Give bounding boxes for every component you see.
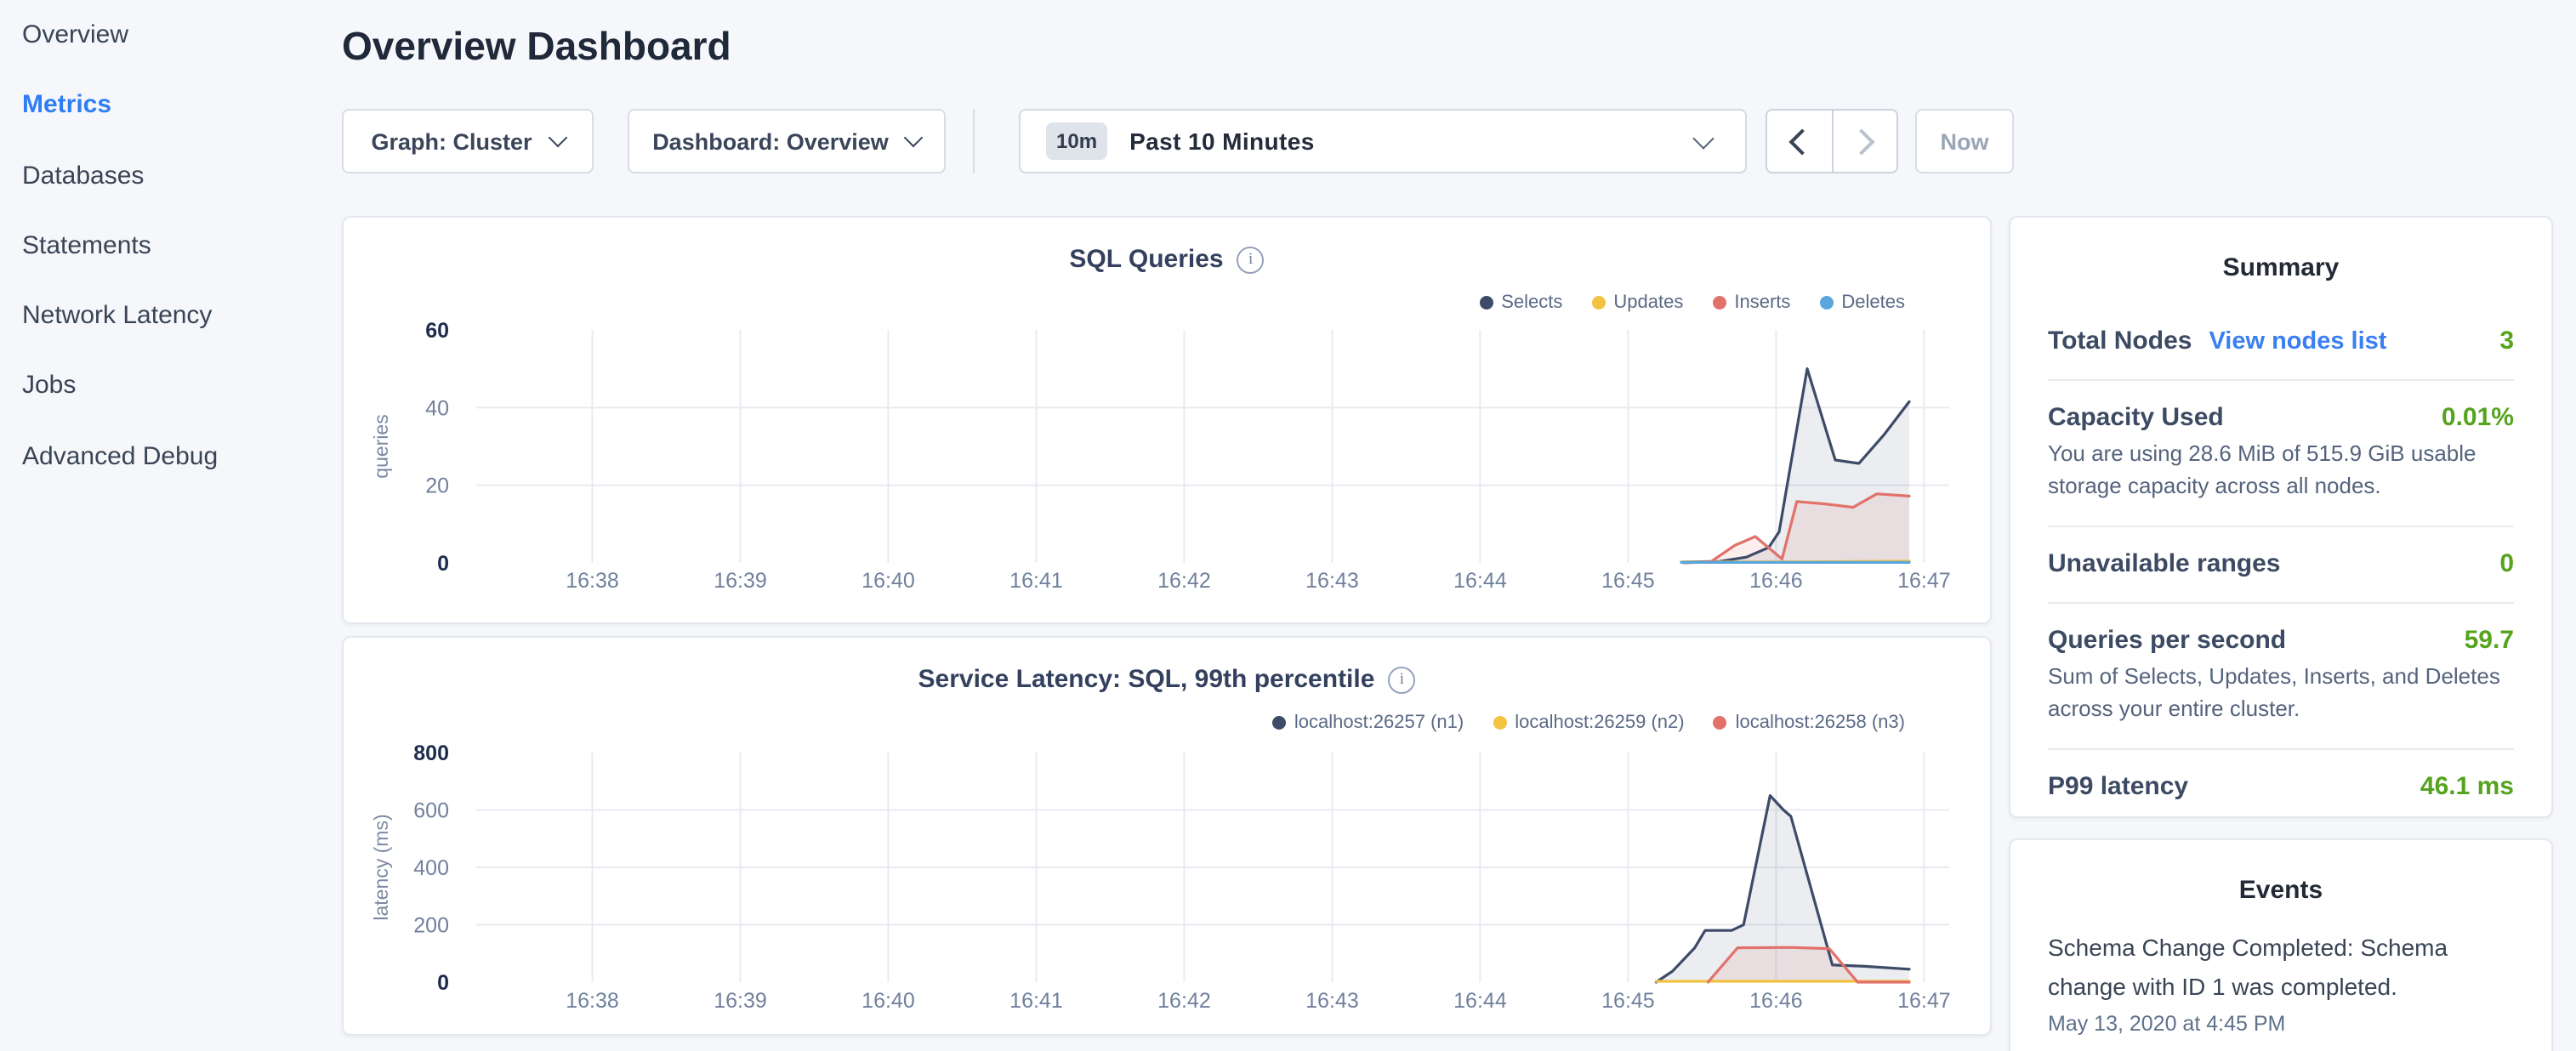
- summary-row-description: Sum of Selects, Updates, Inserts, and De…: [2048, 662, 2514, 724]
- svg-text:16:44: 16:44: [1453, 569, 1507, 593]
- summary-row-value: 59.7: [2465, 626, 2514, 655]
- svg-text:800: 800: [413, 741, 449, 765]
- time-range-label: Past 10 Minutes: [1129, 128, 1315, 155]
- svg-text:16:43: 16:43: [1305, 989, 1359, 1013]
- sidebar-item-metrics[interactable]: Metrics: [22, 71, 328, 141]
- event-text: Schema Change Completed: Schema change w…: [2048, 929, 2514, 1005]
- svg-text:16:42: 16:42: [1157, 569, 1211, 593]
- svg-text:60: 60: [425, 319, 449, 343]
- graph-dropdown-label: Graph: Cluster: [371, 128, 532, 154]
- svg-text:16:41: 16:41: [1009, 989, 1063, 1013]
- svg-text:16:43: 16:43: [1305, 569, 1359, 593]
- service-latency-chart: 16:38 16:39 16:40 16:41 16:42 16:43 16:44 16:45…: [344, 638, 1993, 1037]
- summary-title: Summary: [2048, 218, 2514, 282]
- sidebar-item-jobs[interactable]: Jobs: [22, 351, 328, 422]
- summary-row-value: 0: [2499, 549, 2514, 578]
- summary-row-description: You are using 28.6 MiB of 515.9 GiB usab…: [2048, 439, 2514, 502]
- summary-row-label: Unavailable ranges: [2048, 549, 2280, 578]
- summary-row: Queries per second 59.7 Sum of Selects, Up…: [2048, 602, 2514, 748]
- sidebar: OverviewMetricsDatabasesStatementsNetwor…: [22, 0, 328, 491]
- toolbar-divider: [973, 109, 975, 173]
- summary-row-value: 3: [2499, 327, 2514, 355]
- chevron-down-icon: [904, 128, 924, 148]
- event-item[interactable]: Schema Change Completed: Schema change w…: [2048, 929, 2514, 1036]
- now-button-label: Now: [1941, 128, 1989, 154]
- graph-dropdown[interactable]: Graph: Cluster: [342, 109, 594, 173]
- summary-row-value: 0.01%: [2442, 403, 2514, 432]
- sidebar-item-databases[interactable]: Databases: [22, 140, 328, 211]
- svg-text:40: 40: [425, 396, 449, 420]
- svg-text:400: 400: [413, 856, 449, 880]
- time-range-dropdown[interactable]: 10m Past 10 Minutes: [1019, 109, 1747, 173]
- svg-text:16:44: 16:44: [1453, 989, 1507, 1013]
- chevron-right-icon: [1848, 128, 1874, 154]
- summary-row: P99 latency 46.1 ms: [2048, 748, 2514, 825]
- svg-text:200: 200: [413, 914, 449, 938]
- sidebar-item-network-latency[interactable]: Network Latency: [22, 281, 328, 351]
- svg-text:0: 0: [437, 552, 449, 576]
- svg-text:16:45: 16:45: [1601, 989, 1655, 1013]
- svg-text:queries: queries: [370, 414, 392, 478]
- view-nodes-list-link[interactable]: View nodes list: [2209, 328, 2386, 355]
- svg-text:16:47: 16:47: [1897, 989, 1951, 1013]
- dashboard-dropdown-label: Dashboard: Overview: [652, 128, 889, 154]
- sidebar-item-statements[interactable]: Statements: [22, 211, 328, 281]
- now-button[interactable]: Now: [1915, 109, 2014, 173]
- svg-text:16:40: 16:40: [862, 989, 915, 1013]
- svg-text:0: 0: [437, 971, 449, 995]
- svg-text:16:39: 16:39: [714, 569, 767, 593]
- dashboard-dropdown[interactable]: Dashboard: Overview: [628, 109, 946, 173]
- sql-queries-chart-card: SQL Queries i SelectsUpdatesInsertsDelet…: [342, 216, 1992, 624]
- chevron-left-icon: [1789, 128, 1816, 154]
- events-panel: Events Schema Change Completed: Schema c…: [2009, 838, 2553, 1051]
- app-viewport: OverviewMetricsDatabasesStatementsNetwor…: [0, 0, 2576, 1051]
- sidebar-item-overview[interactable]: Overview: [22, 0, 328, 71]
- svg-text:16:46: 16:46: [1749, 569, 1803, 593]
- svg-text:600: 600: [413, 799, 449, 823]
- page-title: Overview Dashboard: [342, 24, 731, 70]
- svg-text:latency (ms): latency (ms): [370, 814, 392, 920]
- svg-text:16:45: 16:45: [1601, 569, 1655, 593]
- time-forward-button[interactable]: [1831, 111, 1896, 172]
- service-latency-chart-card: Service Latency: SQL, 99th percentile i …: [342, 636, 1992, 1036]
- summary-row: Unavailable ranges 0: [2048, 526, 2514, 602]
- summary-panel: Summary Total Nodes View nodes list 3 Capac…: [2009, 216, 2553, 818]
- svg-text:16:38: 16:38: [566, 569, 619, 593]
- time-back-button[interactable]: [1767, 111, 1831, 172]
- chevron-down-icon: [548, 128, 567, 148]
- sidebar-item-advanced-debug[interactable]: Advanced Debug: [22, 422, 328, 492]
- time-step-buttons: [1766, 109, 1898, 173]
- svg-text:20: 20: [425, 474, 449, 498]
- summary-row: Total Nodes View nodes list 3: [2048, 304, 2514, 379]
- events-title: Events: [2048, 840, 2514, 905]
- svg-text:16:38: 16:38: [566, 989, 619, 1013]
- summary-row: Capacity Used 0.01% You are using 28.6 MiB…: [2048, 379, 2514, 526]
- svg-text:16:47: 16:47: [1897, 569, 1951, 593]
- summary-row-value: 46.1 ms: [2420, 772, 2514, 801]
- svg-text:16:39: 16:39: [714, 989, 767, 1013]
- svg-text:16:46: 16:46: [1749, 989, 1803, 1013]
- chevron-down-icon: [1692, 127, 1714, 148]
- summary-row-label: Capacity Used: [2048, 403, 2224, 432]
- summary-row-label: P99 latency: [2048, 772, 2188, 801]
- svg-text:16:42: 16:42: [1157, 989, 1211, 1013]
- time-range-badge: 10m: [1046, 122, 1107, 160]
- event-timestamp: May 13, 2020 at 4:45 PM: [2048, 1012, 2514, 1036]
- summary-row-label: Queries per second: [2048, 626, 2286, 655]
- svg-text:16:40: 16:40: [862, 569, 915, 593]
- summary-row-label: Total Nodes: [2048, 327, 2192, 355]
- svg-text:16:41: 16:41: [1009, 569, 1063, 593]
- sql-queries-chart: 16:38 16:39 16:40 16:41 16:42 16:43 16:44 16:45…: [344, 218, 1993, 626]
